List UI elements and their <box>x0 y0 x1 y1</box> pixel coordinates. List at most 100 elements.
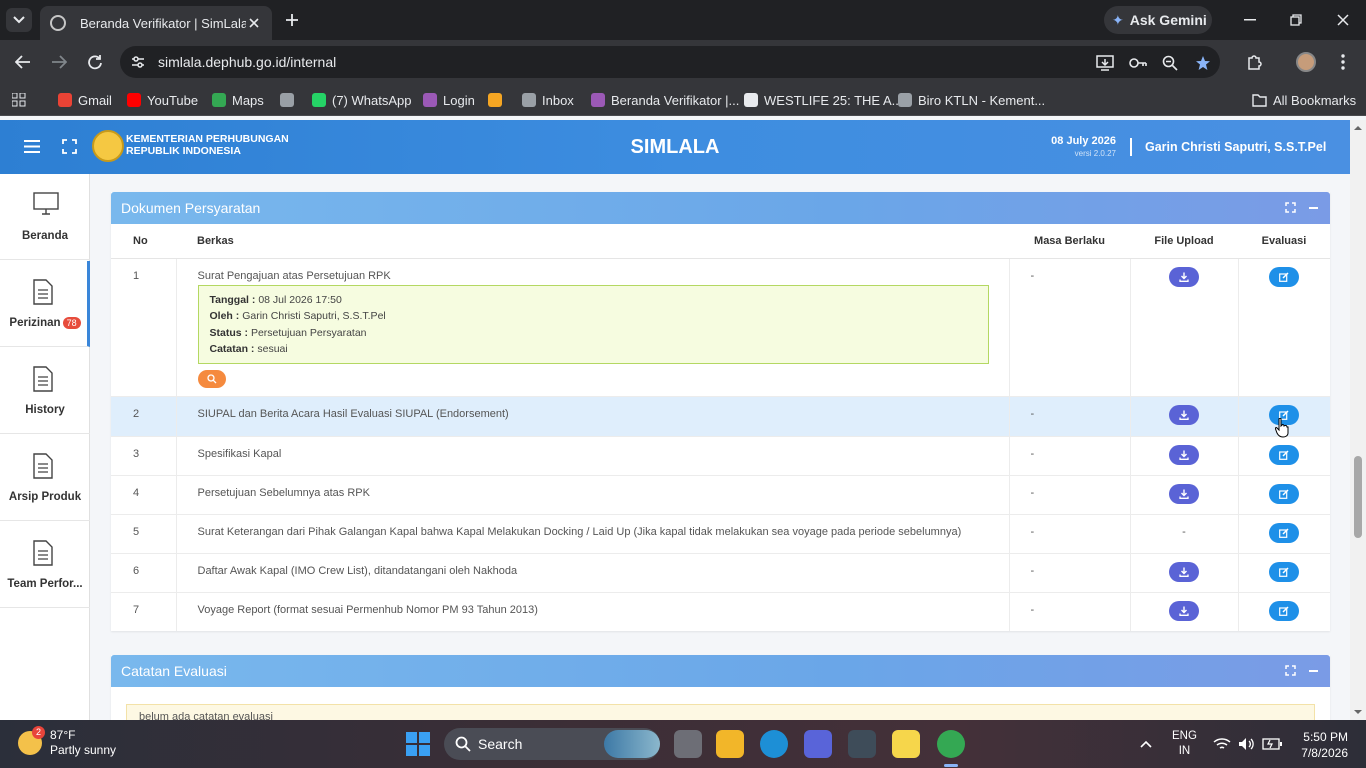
berkas-name: Surat Keterangan dari Pihak Galangan Kap… <box>197 525 962 538</box>
wifi-icon[interactable] <box>1213 737 1231 751</box>
bookmark-item[interactable]: (7) WhatsApp <box>312 91 411 109</box>
download-button[interactable] <box>1169 266 1199 287</box>
login-icon <box>423 93 437 107</box>
download-button[interactable] <box>1169 444 1199 465</box>
bookmark-item[interactable]: Gmail <box>58 91 112 109</box>
bookmark-item[interactable]: Maps <box>212 91 264 109</box>
bookmark-label: Maps <box>232 92 264 108</box>
tab-search-button[interactable] <box>6 8 32 32</box>
chrome-active-indicator <box>944 764 958 767</box>
evaluate-button[interactable] <box>1269 266 1300 287</box>
task-view-icon[interactable] <box>674 730 702 758</box>
sidebar-item-label: Perizinan 78 <box>0 317 90 329</box>
table-row: 2 SIUPAL dan Berita Acara Hasil Evaluasi … <box>111 395 1330 436</box>
youtube-icon <box>127 93 141 107</box>
chrome-icon[interactable] <box>937 730 965 758</box>
evaluasi-cell <box>1238 552 1330 592</box>
sidebar-item-beranda[interactable]: Beranda <box>0 174 90 260</box>
url-text: simlala.dephub.go.id/internal <box>158 54 337 70</box>
catatan-panel-header: Catatan Evaluasi <box>111 655 1330 687</box>
col-evaluasi: Evaluasi <box>1238 224 1330 259</box>
omnibox[interactable]: simlala.dephub.go.id/internal <box>120 46 1220 78</box>
bookmark-item[interactable]: YouTube <box>127 91 198 109</box>
site-info-icon[interactable] <box>130 54 146 70</box>
reload-button[interactable] <box>85 52 105 72</box>
extensions-icon[interactable] <box>1244 52 1264 72</box>
minimize-button[interactable] <box>1240 10 1260 30</box>
copilot-icon[interactable] <box>804 730 832 758</box>
file-upload-cell <box>1130 435 1239 475</box>
file-upload-cell <box>1130 395 1239 436</box>
weather-desc: Partly sunny <box>50 743 117 757</box>
maximize-icon[interactable] <box>1285 665 1296 676</box>
collapse-icon[interactable] <box>1309 207 1318 209</box>
col-masa-berlaku: Masa Berlaku <box>1009 224 1130 259</box>
evaluate-button[interactable] <box>1269 444 1300 465</box>
menu-kebab-icon[interactable] <box>1333 52 1353 72</box>
evaluate-button[interactable] <box>1269 561 1300 582</box>
download-button[interactable] <box>1169 600 1199 621</box>
volume-icon[interactable] <box>1238 737 1254 751</box>
page-scrollbar[interactable] <box>1350 120 1366 720</box>
download-button[interactable] <box>1169 561 1199 582</box>
bookmark-item[interactable] <box>488 91 502 109</box>
sticky-notes-icon[interactable] <box>892 730 920 758</box>
bookmark-item[interactable]: Beranda Verifikator |... <box>591 91 739 109</box>
install-app-icon[interactable] <box>1096 54 1114 72</box>
sidebar-item-arsip-produk[interactable]: Arsip Produk <box>0 435 90 521</box>
col-file-upload: File Upload <box>1130 224 1238 259</box>
zoom-icon[interactable] <box>1161 54 1179 72</box>
header-date: 08 July 2026 versi 2.0.27 <box>1051 135 1116 158</box>
file-explorer-icon[interactable] <box>716 730 744 758</box>
windows-start-icon[interactable] <box>406 732 430 756</box>
user-name[interactable]: Garin Christi Saputri, S.S.T.Pel <box>1145 140 1326 154</box>
sidebar-item-label: Team Perfor... <box>7 578 83 590</box>
catatan-text: belum ada catatan evaluasi <box>139 711 273 720</box>
edge-icon[interactable] <box>760 730 788 758</box>
evaluate-button[interactable] <box>1269 600 1300 621</box>
bookmark-item[interactable]: Login <box>423 91 475 109</box>
evaluate-button[interactable] <box>1269 522 1300 543</box>
evaluate-button[interactable] <box>1269 483 1300 504</box>
download-button[interactable] <box>1169 483 1199 504</box>
all-bookmarks-label: All Bookmarks <box>1273 92 1357 108</box>
bookmark-star-icon[interactable] <box>1194 54 1212 72</box>
bookmark-item[interactable] <box>280 91 294 109</box>
all-bookmarks-button[interactable]: All Bookmarks <box>1252 91 1356 109</box>
password-key-icon[interactable] <box>1129 54 1147 72</box>
col-berkas: Berkas <box>176 224 1009 259</box>
active-tab[interactable]: Beranda Verifikator | SimLala <box>40 6 272 40</box>
camera-icon[interactable] <box>848 730 876 758</box>
collapse-icon[interactable] <box>1309 670 1318 672</box>
taskbar-clock[interactable]: 5:50 PM 7/8/2026 <box>1298 729 1348 761</box>
restore-button[interactable] <box>1286 10 1306 30</box>
sidebar-item-team-performance[interactable]: Team Perfor... <box>0 522 90 608</box>
close-window-button[interactable] <box>1333 10 1353 30</box>
forward-button[interactable] <box>49 52 69 72</box>
search-icon <box>206 373 216 383</box>
new-tab-button[interactable] <box>282 10 302 30</box>
close-tab-icon[interactable] <box>246 15 262 31</box>
tray-chevron-up-icon[interactable] <box>1140 740 1152 748</box>
scrollbar-thumb[interactable] <box>1354 456 1362 538</box>
file-upload-cell <box>1130 552 1239 592</box>
bookmark-item[interactable]: Inbox <box>522 91 574 109</box>
ask-gemini-button[interactable]: ✦ Ask Gemini <box>1104 6 1212 34</box>
app-header: KEMENTERIAN PERHUBUNGAN REPUBLIK INDONES… <box>0 120 1350 174</box>
masa-berlaku-cell: - <box>1009 395 1131 436</box>
apps-grid-icon[interactable] <box>12 91 26 109</box>
sidebar-item-perizinan[interactable]: Perizinan 78 <box>0 261 90 347</box>
bookmark-label: Inbox <box>542 92 574 108</box>
download-button[interactable] <box>1169 404 1199 425</box>
document-icon <box>33 366 53 392</box>
maximize-icon[interactable] <box>1285 202 1296 213</box>
taskbar-search[interactable]: Search <box>444 728 660 760</box>
language-indicator[interactable]: ENG IN <box>1172 729 1197 759</box>
bookmark-item[interactable]: Biro KTLN - Kement... <box>898 91 1045 109</box>
battery-icon[interactable] <box>1262 738 1282 750</box>
search-history-button[interactable] <box>197 369 226 388</box>
bookmark-item[interactable]: WESTLIFE 25: THE A... <box>744 91 902 109</box>
profile-avatar[interactable] <box>1296 52 1316 72</box>
sidebar-item-history[interactable]: History <box>0 348 90 434</box>
back-button[interactable] <box>13 52 33 72</box>
